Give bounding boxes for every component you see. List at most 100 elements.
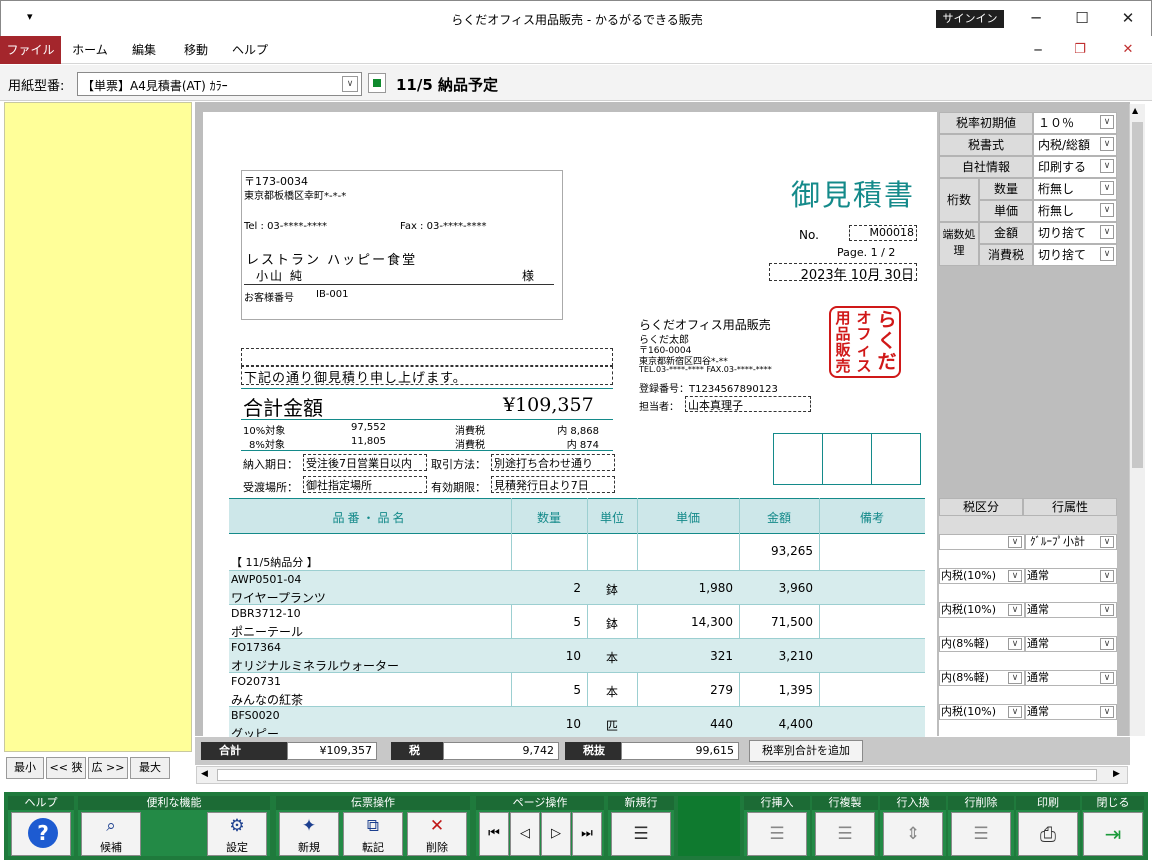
horizontal-scrollbar[interactable]: ◀ ▶ <box>196 766 1128 784</box>
doc-minimize-icon[interactable]: ─ <box>1026 36 1050 64</box>
setting2-select[interactable]: 切り捨て ∨ <box>1033 222 1117 244</box>
payment-value[interactable]: 別途打ち合わせ通り <box>491 454 615 471</box>
hscroll-thumb[interactable] <box>217 769 1097 781</box>
minimize-icon[interactable]: ─ <box>1013 5 1059 31</box>
attr-group-tax[interactable]: ∨ <box>939 534 1025 550</box>
chevron-down-icon[interactable]: ∨ <box>1008 604 1022 616</box>
vertical-scrollbar[interactable]: ▲ <box>1129 104 1145 736</box>
chevron-down-icon[interactable]: ∨ <box>1100 225 1114 239</box>
newrow-button[interactable]: ☰ <box>611 812 671 856</box>
attr-tax-select[interactable]: 内税(10%) ∨ <box>939 568 1025 584</box>
delivery-value[interactable]: 受注後7日営業日以内 <box>303 454 427 471</box>
tab-edit[interactable]: 編集 <box>118 36 170 64</box>
chevron-down-icon[interactable]: ∨ <box>1008 672 1022 684</box>
help-button[interactable]: ? <box>11 812 71 856</box>
scroll-left-icon[interactable]: ◀ <box>201 769 208 779</box>
greeting-text[interactable]: 下記の通り御見積り申し上げます。 <box>241 366 613 386</box>
chevron-down-icon[interactable]: ∨ <box>1008 638 1022 650</box>
doc-restore-icon[interactable]: ❐ <box>1068 36 1092 64</box>
swap-row-button[interactable]: ⇕ <box>883 812 943 856</box>
tab-file[interactable]: ファイル <box>0 36 61 64</box>
table-row[interactable]: BFS0020 グッピー 10 匹 440 4,400 <box>229 706 925 741</box>
print-button[interactable]: ⎙ <box>1018 812 1078 856</box>
chevron-down-icon[interactable]: ∨ <box>1100 638 1114 650</box>
table-row[interactable]: FO17364 オリジナルミネラルウォーター 10 本 321 3,210 <box>229 638 925 673</box>
chevron-down-icon[interactable]: ∨ <box>342 76 358 92</box>
copy-button[interactable]: ⧉ 転記 <box>343 812 403 856</box>
setting-company-select[interactable]: 印刷する ∨ <box>1033 156 1117 178</box>
next-page-button[interactable]: ▷ <box>541 812 571 856</box>
attr-row-select[interactable]: 通常 ∨ <box>1025 602 1117 618</box>
chevron-down-icon[interactable]: ∨ <box>1100 570 1114 582</box>
doc-close-icon[interactable]: ✕ <box>1116 36 1140 64</box>
attr-tax-select[interactable]: 内(8%軽) ∨ <box>939 670 1025 686</box>
chevron-down-icon[interactable]: ∨ <box>1100 159 1114 173</box>
chevron-down-icon[interactable]: ∨ <box>1100 181 1114 195</box>
tab-help[interactable]: ヘルプ <box>222 36 278 64</box>
doc-date[interactable]: 2023年 10月 30日 <box>769 263 917 283</box>
chevron-down-icon[interactable]: ∨ <box>1008 706 1022 718</box>
setting-taxfmt-select[interactable]: 内税/総額 ∨ <box>1033 134 1117 156</box>
attr-group-value: ｸﾞﾙｰﾌﾟ小計 <box>1030 535 1085 548</box>
attr-group-select[interactable]: ｸﾞﾙｰﾌﾟ小計 ∨ <box>1025 534 1117 550</box>
table-row[interactable]: AWP0501-04 ワイヤープランツ 2 鉢 1,980 3,960 <box>229 570 925 605</box>
chevron-down-icon[interactable]: ∨ <box>1100 247 1114 261</box>
candidate-button[interactable]: ⌕ 候補 <box>81 812 141 856</box>
dup-row-button[interactable]: ☰ <box>815 812 875 856</box>
last-page-button[interactable]: ⏭ <box>572 812 602 856</box>
swap-group: 行入換 ⇕ <box>880 796 946 856</box>
close-icon[interactable]: ✕ <box>1105 5 1151 31</box>
greeting-blank[interactable] <box>241 348 613 366</box>
table-row[interactable]: DBR3712-10 ポニーテール 5 鉢 14,300 71,500 <box>229 604 925 639</box>
setting-button[interactable]: ⚙ 設定 <box>207 812 267 856</box>
chevron-down-icon[interactable]: ∨ <box>1100 672 1114 684</box>
place-value[interactable]: 御社指定場所 <box>303 476 427 493</box>
attr-row-select[interactable]: 通常 ∨ <box>1025 568 1117 584</box>
chevron-down-icon[interactable]: ∨ <box>1100 115 1114 129</box>
seal-text-1: らくだ <box>877 309 897 373</box>
delete-row-button[interactable]: ☰ <box>951 812 1011 856</box>
doc-no[interactable]: M00018 <box>849 225 917 241</box>
delete-row-icon: ☰ <box>973 824 989 844</box>
attr-tax-select[interactable]: 内税(10%) ∨ <box>939 704 1025 720</box>
zoom-max-button[interactable]: 最大 <box>130 757 170 779</box>
chevron-down-icon[interactable]: ∨ <box>1008 570 1022 582</box>
staff-value[interactable]: 山本真理子 <box>685 396 811 412</box>
chevron-down-icon[interactable]: ∨ <box>1100 706 1114 718</box>
zoom-min-button[interactable]: 最小 <box>6 757 44 779</box>
close-button[interactable]: ⇥ <box>1083 812 1143 856</box>
scroll-up-icon[interactable]: ▲ <box>1132 106 1138 115</box>
paper-type-select[interactable]: 【単票】A4見積書(AT) ｶﾗｰ ∨ <box>77 72 362 96</box>
table-row[interactable]: 【 11/5納品分 】 93,265 <box>229 534 925 570</box>
attr-tax-select[interactable]: 内税(10%) ∨ <box>939 602 1025 618</box>
delete-button[interactable]: ✕ 削除 <box>407 812 467 856</box>
chevron-down-icon[interactable]: ∨ <box>1100 203 1114 217</box>
setting2-select[interactable]: 桁無し ∨ <box>1033 200 1117 222</box>
maximize-icon[interactable]: ☐ <box>1059 5 1105 31</box>
zoom-wide-button[interactable]: 広 >> <box>88 757 128 779</box>
attr-row-select[interactable]: 通常 ∨ <box>1025 670 1117 686</box>
chevron-down-icon[interactable]: ∨ <box>1100 604 1114 616</box>
insert-row-button[interactable]: ☰ <box>747 812 807 856</box>
table-row[interactable]: FO20731 みんなの紅茶 5 本 279 1,395 <box>229 672 925 707</box>
add-tax-summary-button[interactable]: 税率別合計を追加 <box>749 740 863 762</box>
new-button[interactable]: ✦ 新規 <box>279 812 339 856</box>
tab-move[interactable]: 移動 <box>170 36 222 64</box>
zoom-narrow-button[interactable]: << 狭 <box>46 757 86 779</box>
valid-value[interactable]: 見積発行日より7日 <box>491 476 615 493</box>
first-page-button[interactable]: ⏮ <box>479 812 509 856</box>
chevron-down-icon[interactable]: ∨ <box>1100 137 1114 151</box>
setting-taxrate-select[interactable]: １０％ ∨ <box>1033 112 1117 134</box>
attr-row-select[interactable]: 通常 ∨ <box>1025 704 1117 720</box>
scroll-right-icon[interactable]: ▶ <box>1113 769 1120 779</box>
sum-label: 合計 <box>201 742 287 760</box>
setting2-select[interactable]: 切り捨て ∨ <box>1033 244 1117 266</box>
setting2-select[interactable]: 桁無し ∨ <box>1033 178 1117 200</box>
prev-page-button[interactable]: ◁ <box>510 812 540 856</box>
attr-tax-select[interactable]: 内(8%軽) ∨ <box>939 636 1025 652</box>
attr-row-select[interactable]: 通常 ∨ <box>1025 636 1117 652</box>
tab-home[interactable]: ホーム <box>62 36 118 64</box>
signin-button[interactable]: サインイン <box>936 10 1004 28</box>
scroll-thumb[interactable] <box>1132 122 1143 468</box>
item-qty: 10 <box>565 717 581 731</box>
